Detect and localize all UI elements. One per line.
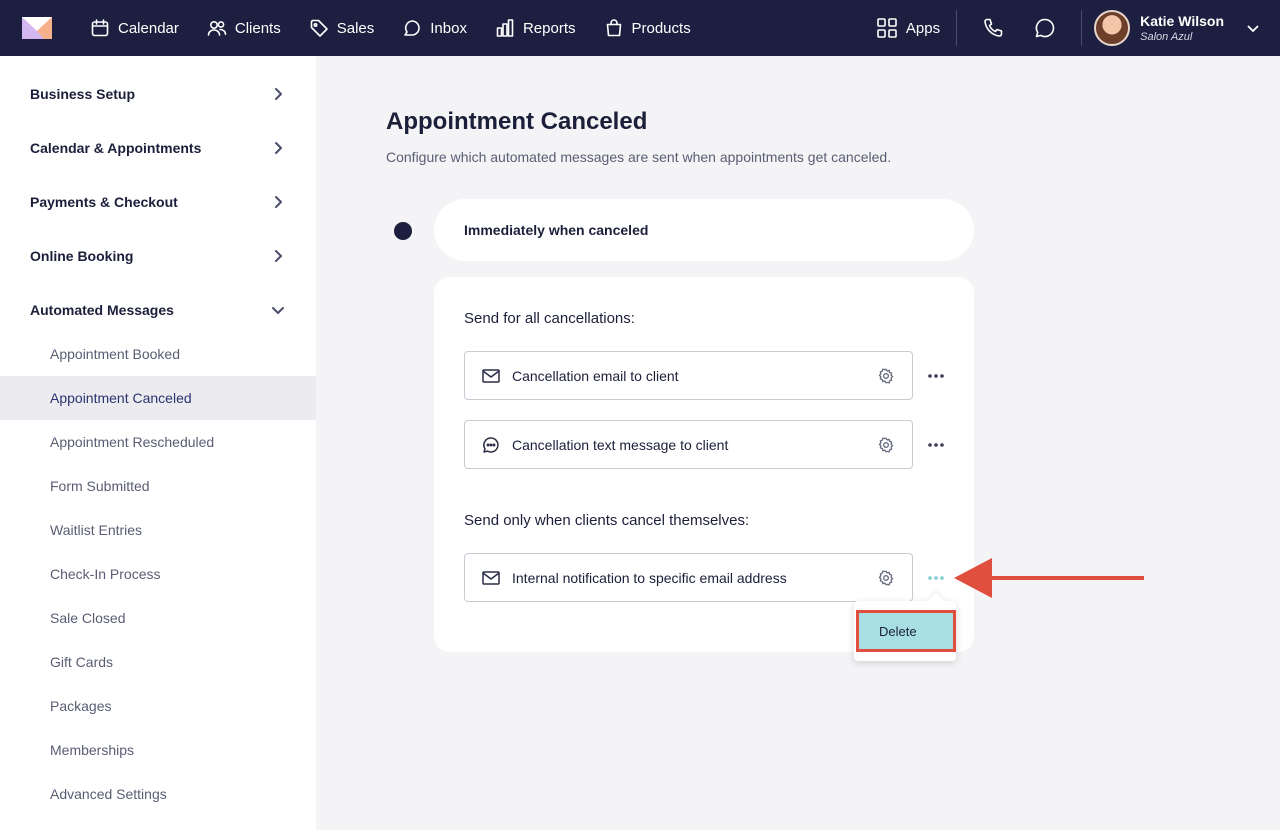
chevron-right-icon [275, 196, 282, 208]
nav-inbox-label: Inbox [430, 19, 467, 37]
more-options-button[interactable] [922, 362, 950, 390]
bar-chart-icon [496, 19, 514, 37]
options-dropdown-menu: Delete [854, 601, 956, 661]
chevron-down-icon [1247, 25, 1259, 33]
sidebar-section-label: Calendar & Appointments [30, 140, 202, 156]
chevron-right-icon [275, 250, 282, 262]
phone-button[interactable] [967, 0, 1019, 56]
nav-products[interactable]: Products [594, 0, 701, 56]
nav-reports[interactable]: Reports [485, 0, 586, 56]
gear-icon [878, 569, 894, 586]
settings-sidebar: Business Setup Calendar & Appointments P… [0, 56, 316, 830]
more-horizontal-icon [928, 443, 944, 447]
sidebar-item-form-submitted[interactable]: Form Submitted [0, 464, 316, 508]
sidebar-section-business-setup[interactable]: Business Setup [0, 67, 316, 121]
users-icon [207, 20, 227, 36]
sidebar-section-label: Payments & Checkout [30, 194, 178, 210]
brand-logo[interactable] [22, 17, 52, 39]
sidebar-item-check-in-process[interactable]: Check-In Process [0, 552, 316, 596]
delete-menu-item[interactable]: Delete [856, 610, 956, 652]
sidebar-item-advanced-settings[interactable]: Advanced Settings [0, 772, 316, 816]
avatar [1094, 10, 1131, 46]
nav-divider [956, 10, 958, 46]
settings-gear-button[interactable] [876, 568, 896, 588]
tag-icon [310, 19, 328, 37]
salon-name: Salon Azul [1140, 31, 1193, 43]
settings-gear-button[interactable] [876, 435, 896, 455]
chat-bubble-icon [404, 20, 421, 36]
apps-label: Apps [905, 19, 941, 37]
phone-icon [984, 18, 1003, 37]
user-name: Katie Wilson [1140, 13, 1224, 29]
page-subtitle: Configure which automated messages are s… [386, 149, 892, 165]
sidebar-item-packages[interactable]: Packages [0, 684, 316, 728]
gear-icon [878, 436, 894, 453]
chevron-down-icon [272, 307, 284, 314]
more-horizontal-icon [928, 576, 944, 580]
calendar-icon [91, 19, 109, 37]
page-title: Appointment Canceled [386, 108, 648, 135]
nav-calendar[interactable]: Calendar [80, 0, 189, 56]
chevron-right-icon [275, 142, 282, 154]
more-options-button-active[interactable] [922, 564, 950, 592]
messages-button[interactable] [1019, 0, 1071, 56]
sidebar-section-label: Automated Messages [30, 302, 174, 318]
sidebar-section-payments-checkout[interactable]: Payments & Checkout [0, 175, 316, 229]
sidebar-item-appointment-canceled[interactable]: Appointment Canceled [0, 376, 316, 420]
settings-gear-button[interactable] [876, 366, 896, 386]
top-navigation-bar: Calendar Clients Sales Inbox Reports Pro… [0, 0, 1280, 56]
speech-bubble-icon [481, 435, 501, 455]
message-circle-icon [1035, 18, 1055, 38]
message-row-cancellation-text[interactable]: Cancellation text message to client [464, 420, 913, 469]
sidebar-section-online-booking[interactable]: Online Booking [0, 229, 316, 283]
sidebar-item-memberships[interactable]: Memberships [0, 728, 316, 772]
user-menu[interactable]: Katie Wilson Salon Azul [1082, 0, 1280, 56]
gear-icon [878, 367, 894, 384]
grid-icon [877, 18, 897, 38]
message-row-internal-notification[interactable]: Internal notification to specific email … [464, 553, 913, 602]
apps-button[interactable]: Apps [876, 0, 956, 56]
shopping-bag-icon [606, 19, 621, 37]
nav-sales[interactable]: Sales [299, 0, 385, 56]
nav-clients[interactable]: Clients [197, 0, 291, 56]
sidebar-item-appointment-booked[interactable]: Appointment Booked [0, 332, 316, 376]
more-options-button[interactable] [922, 431, 950, 459]
group-title-client-self-cancel: Send only when clients cancel themselves… [464, 512, 750, 529]
primary-nav: Calendar Clients Sales Inbox Reports Pro… [80, 0, 709, 56]
envelope-icon [481, 366, 501, 386]
nav-clients-label: Clients [234, 19, 281, 37]
user-info: Katie Wilson Salon Azul [1140, 13, 1224, 43]
chevron-right-icon [275, 88, 282, 100]
message-label: Cancellation email to client [512, 367, 679, 384]
sidebar-item-gift-cards[interactable]: Gift Cards [0, 640, 316, 684]
sidebar-item-sale-closed[interactable]: Sale Closed [0, 596, 316, 640]
sidebar-section-automated-messages[interactable]: Automated Messages [0, 283, 316, 337]
trigger-label: Immediately when canceled [464, 222, 649, 238]
message-row-cancellation-email[interactable]: Cancellation email to client [464, 351, 913, 400]
nav-sales-label: Sales [336, 19, 375, 37]
timeline-dot [394, 222, 412, 240]
annotation-arrow [954, 558, 1144, 598]
nav-products-label: Products [631, 19, 691, 37]
nav-reports-label: Reports [522, 19, 576, 37]
nav-inbox[interactable]: Inbox [392, 0, 477, 56]
nav-calendar-label: Calendar [118, 19, 179, 37]
message-label: Internal notification to specific email … [512, 569, 787, 586]
envelope-icon [481, 568, 501, 588]
sidebar-item-waitlist-entries[interactable]: Waitlist Entries [0, 508, 316, 552]
more-horizontal-icon [928, 374, 944, 378]
sidebar-item-appointment-rescheduled[interactable]: Appointment Rescheduled [0, 420, 316, 464]
group-title-all-cancellations: Send for all cancellations: [464, 310, 635, 327]
sidebar-section-label: Online Booking [30, 248, 134, 264]
sidebar-section-label: Business Setup [30, 86, 136, 102]
sidebar-section-calendar-appointments[interactable]: Calendar & Appointments [0, 121, 316, 175]
message-label: Cancellation text message to client [512, 436, 729, 453]
top-right-nav: Apps Katie Wilson Salon Azul [876, 0, 1280, 56]
trigger-header: Immediately when canceled [434, 199, 974, 261]
